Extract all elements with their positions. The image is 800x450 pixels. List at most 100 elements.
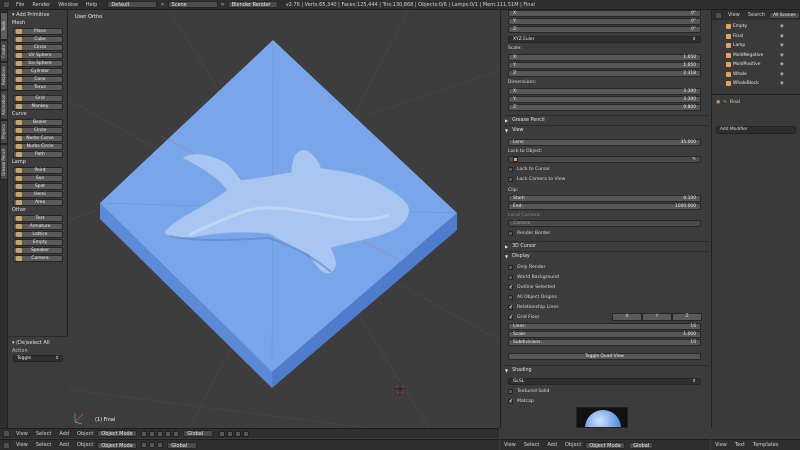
header3-menu-view[interactable]: View xyxy=(500,442,520,448)
rotation-mode-select[interactable]: XYZ Euler ⇕ xyxy=(508,36,701,43)
mode-select-3[interactable]: Object Mode xyxy=(585,441,626,449)
translate-icon[interactable] xyxy=(165,430,172,437)
add-spot-button[interactable]: Spot xyxy=(13,183,63,190)
scale-y-field[interactable]: Y: 1.650 xyxy=(508,62,701,69)
add-cube-button[interactable]: Cube xyxy=(13,36,63,43)
visibility-eye-icon[interactable]: ◉ xyxy=(780,81,784,86)
manipulator-icon[interactable] xyxy=(157,430,164,437)
pivot-icon[interactable] xyxy=(149,442,156,448)
clip-start-field[interactable]: Start: 0.100 xyxy=(508,195,701,202)
all-origins-checkbox[interactable]: All Object Origins xyxy=(508,295,557,300)
display-panel-header[interactable]: ▼ Display xyxy=(505,252,705,260)
grid-floor-checkbox[interactable]: Grid Floor xyxy=(508,314,540,320)
outliner-menu-view[interactable]: View xyxy=(724,10,744,20)
clip-end-field[interactable]: End: 1000.000 xyxy=(508,203,701,210)
visibility-eye-icon[interactable]: ◉ xyxy=(780,62,784,67)
tab-animation[interactable]: Animation xyxy=(0,90,8,120)
layer-icon[interactable] xyxy=(243,430,250,437)
world-background-checkbox[interactable]: World Background xyxy=(508,275,559,280)
add-lattice-button[interactable]: Lattice xyxy=(13,231,63,238)
shading-icon[interactable] xyxy=(141,442,148,448)
outliner-item[interactable]: Empty ◉ xyxy=(726,24,784,29)
operator-title[interactable]: ▾ (De)select All xyxy=(8,339,68,347)
layer-icon[interactable] xyxy=(227,430,234,437)
visibility-eye-icon[interactable]: ◉ xyxy=(780,24,784,29)
toggle-quad-view-button[interactable]: Toggle Quad View xyxy=(508,353,701,360)
rotation-y-field[interactable]: Y: 0° xyxy=(508,18,701,25)
shading-icon[interactable] xyxy=(141,430,148,437)
layer-icon[interactable] xyxy=(235,430,242,437)
header-menu-add[interactable]: Add xyxy=(55,431,73,437)
text-menu-text[interactable]: Text xyxy=(731,442,749,448)
axis-z-toggle[interactable]: Z xyxy=(672,313,702,321)
header-menu-select[interactable]: Select xyxy=(32,431,55,437)
lock-object-field[interactable]: ✎ xyxy=(508,156,701,163)
shading-panel-header[interactable]: ▼ Shading xyxy=(505,366,705,374)
orientation-select-2[interactable]: Global xyxy=(167,441,198,449)
dimension-z-field[interactable]: Z: 0.800 xyxy=(508,104,701,111)
layout-selector[interactable]: Default xyxy=(107,1,158,8)
header2-menu-select[interactable]: Select xyxy=(32,442,55,448)
wrench-icon[interactable]: ✎ xyxy=(723,100,727,105)
add-nurbs-circle-button[interactable]: Nurbs Circle xyxy=(13,143,63,150)
tab-physics[interactable]: Physics xyxy=(0,120,8,144)
add-camera-button[interactable]: Camera xyxy=(13,255,63,262)
rotate-icon[interactable] xyxy=(173,430,180,437)
dimension-y-field[interactable]: Y: 3.300 xyxy=(508,96,701,103)
outliner-menu-search[interactable]: Search xyxy=(744,10,769,20)
close-icon[interactable]: ✕ xyxy=(160,2,164,8)
add-hemi-button[interactable]: Hemi xyxy=(13,191,63,198)
add-plane-button[interactable]: Plane xyxy=(13,28,63,35)
header-menu-view[interactable]: View xyxy=(12,431,32,437)
matcap-preview[interactable] xyxy=(576,407,628,428)
grid-lines-field[interactable]: Lines: 16 xyxy=(508,323,701,330)
add-bezier-button[interactable]: Bezier xyxy=(13,119,63,126)
header3-menu-add[interactable]: Add xyxy=(543,442,561,448)
header2-menu-add[interactable]: Add xyxy=(55,442,73,448)
mode-select[interactable]: Object Mode xyxy=(97,430,138,437)
menu-help[interactable]: Help xyxy=(82,0,101,10)
editor-type-icon[interactable] xyxy=(3,441,10,449)
editor-type-icon[interactable] xyxy=(3,1,10,8)
add-point-button[interactable]: Point xyxy=(13,167,63,174)
visibility-eye-icon[interactable]: ◉ xyxy=(780,43,784,48)
rotation-z-field[interactable]: Z: 0° xyxy=(508,26,701,33)
lock-to-cursor-checkbox[interactable]: Lock to Cursor xyxy=(508,167,550,172)
dimension-x-field[interactable]: X: 3.300 xyxy=(508,88,701,95)
render-border-checkbox[interactable]: Render Border xyxy=(508,231,550,236)
relationship-lines-checkbox[interactable]: Relationship Lines xyxy=(508,304,559,310)
visibility-eye-icon[interactable]: ◉ xyxy=(780,72,784,77)
subdivisions-field[interactable]: Subdivisions: 10 xyxy=(508,339,701,346)
outliner-item[interactable]: WhaleBlock ◉ xyxy=(726,81,784,86)
viewport-canvas[interactable] xyxy=(69,10,499,428)
menu-window[interactable]: Window xyxy=(54,0,82,10)
shading-mode-select[interactable]: GLSL ⇕ xyxy=(508,378,701,385)
matcap-checkbox[interactable]: Matcap xyxy=(508,398,534,404)
menu-file[interactable]: File xyxy=(12,0,28,10)
add-path-button[interactable]: Path xyxy=(13,151,63,158)
add-uv-sphere-button[interactable]: UV Sphere xyxy=(13,52,63,59)
outliner-item[interactable]: Lamp ◉ xyxy=(726,43,784,48)
outliner-display-select[interactable]: All Scenes xyxy=(769,11,800,19)
orientation-select[interactable]: Global xyxy=(183,430,214,437)
rotation-x-field[interactable]: X: 0° xyxy=(508,10,701,17)
header2-menu-object[interactable]: Object xyxy=(73,442,97,448)
add-armature-button[interactable]: Armature xyxy=(13,223,63,230)
outliner-item[interactable]: MoldPositive ◉ xyxy=(726,62,784,67)
tab-relations[interactable]: Relations xyxy=(0,62,8,90)
layer-icon[interactable] xyxy=(219,430,226,437)
menu-render[interactable]: Render xyxy=(28,0,54,10)
pivot-icon[interactable] xyxy=(149,430,156,437)
axis-y-toggle[interactable]: Y xyxy=(642,313,672,321)
add-circle-button[interactable]: Circle xyxy=(13,44,63,51)
action-select[interactable]: Toggle ⇕ xyxy=(13,355,63,362)
3d-viewport[interactable]: User Ortho (1) Final xyxy=(69,10,499,428)
eyedropper-icon[interactable]: ✎ xyxy=(692,157,696,162)
axis-x-toggle[interactable]: X xyxy=(612,313,642,321)
text-menu-view[interactable]: View xyxy=(711,442,731,448)
view-panel-header[interactable]: ▼ View xyxy=(505,126,705,134)
local-camera-field[interactable]: Camera xyxy=(508,220,701,227)
tab-tools[interactable]: Tools xyxy=(0,12,8,40)
render-engine-selector[interactable]: Blender Render xyxy=(227,1,278,8)
lock-camera-checkbox[interactable]: Lock Camera to View xyxy=(508,177,565,182)
